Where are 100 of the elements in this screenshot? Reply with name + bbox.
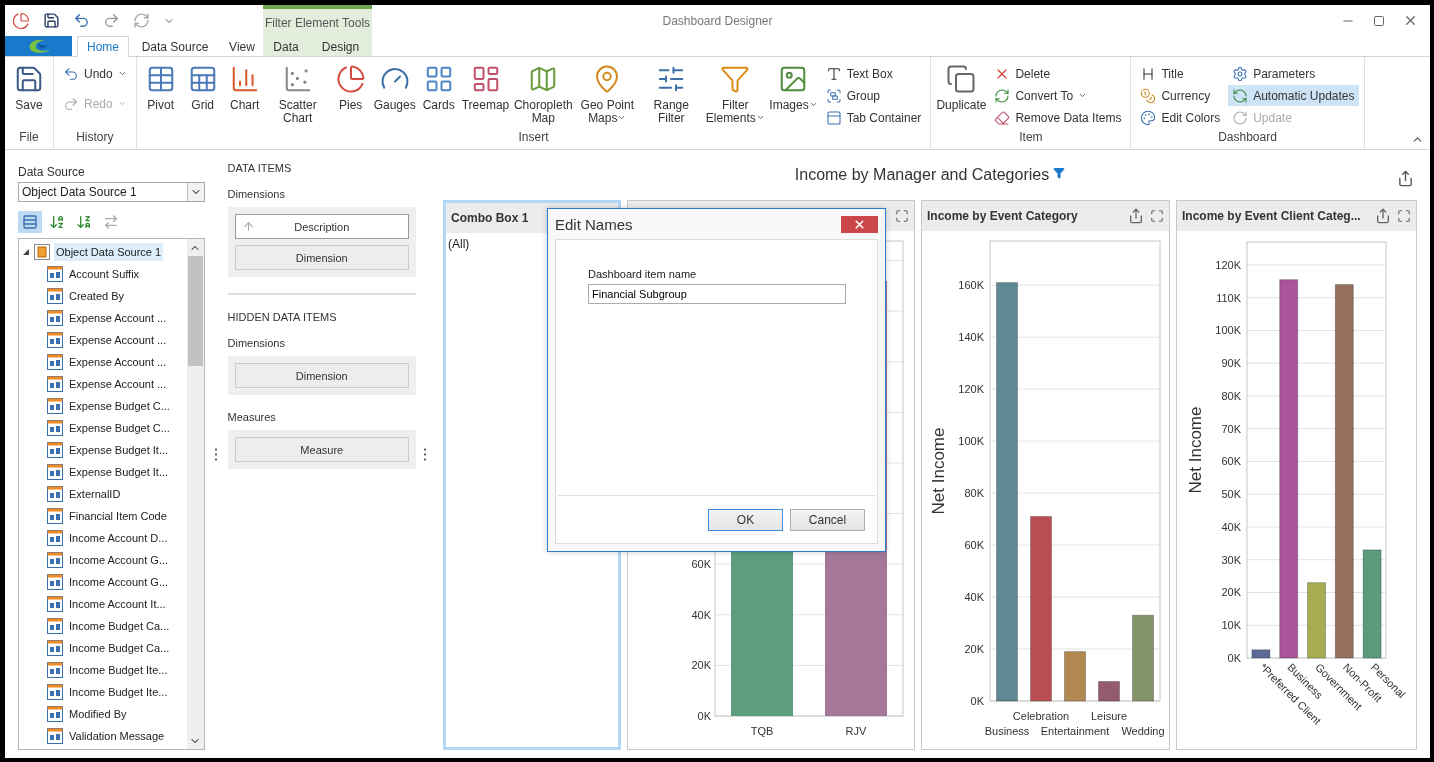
export-icon[interactable]	[1397, 170, 1414, 187]
export-icon[interactable]	[1128, 208, 1144, 224]
close-button[interactable]	[841, 215, 878, 233]
placeholder-slot[interactable]: Measure	[234, 437, 409, 462]
text-box-icon	[825, 65, 842, 82]
ribbon-button[interactable]: Images	[767, 61, 820, 115]
ribbon-tab[interactable]: Home	[77, 36, 129, 57]
axis-tick-label: 80K	[1221, 389, 1241, 402]
tree-item[interactable]: Created By	[67, 287, 127, 305]
tree-item[interactable]: Expense Account ...	[67, 375, 169, 393]
tree-item[interactable]: Validation Message	[67, 727, 167, 745]
tree-item[interactable]: Expense Budget It...	[67, 441, 171, 459]
ribbon-button[interactable]: Parameters	[1228, 63, 1359, 84]
ribbon-button[interactable]: Title	[1136, 63, 1225, 84]
refresh-icon[interactable]	[133, 12, 150, 29]
tree-item[interactable]: Account Suffix	[67, 265, 142, 283]
ribbon-button[interactable]: Filter Elements	[703, 61, 768, 128]
export-icon[interactable]	[1375, 208, 1391, 224]
tree-item[interactable]: Expense Account ...	[67, 309, 169, 327]
undo-icon[interactable]	[73, 12, 90, 29]
category-label: Entertainment	[1040, 725, 1110, 737]
ribbon-button[interactable]: Convert To	[990, 85, 1126, 106]
ribbon-tab[interactable]: Design	[309, 36, 372, 56]
maximize-icon[interactable]	[895, 209, 909, 223]
app-icon	[12, 11, 30, 30]
ribbon-button[interactable]: Save	[8, 61, 50, 115]
dialog-button[interactable]: OK	[708, 508, 783, 531]
collapse-arrow-icon[interactable]	[22, 248, 30, 256]
dialog-button[interactable]: Cancel	[790, 508, 865, 531]
ribbon-button[interactable]: Chart	[223, 61, 266, 115]
tree-item[interactable]: Income Budget Ca...	[67, 639, 172, 657]
ribbon-button[interactable]: Treemap	[459, 61, 512, 115]
tree-item[interactable]: Expense Budget It...	[67, 463, 171, 481]
tree-item[interactable]: Income Account It...	[67, 595, 168, 613]
dropdown-icon[interactable]	[186, 183, 204, 201]
ribbon-button[interactable]: Choropleth Map	[511, 61, 576, 128]
maximize-icon[interactable]	[1373, 14, 1385, 27]
tree-item[interactable]: Income Account G...	[67, 573, 171, 591]
ribbon-button[interactable]: Scatter Chart	[265, 61, 330, 128]
ribbon-button[interactable]: Text Box	[821, 63, 926, 84]
splitter-handle[interactable]	[424, 447, 426, 461]
ribbon-button[interactable]: Gauges	[371, 61, 418, 115]
ribbon-tab[interactable]: Data Source	[129, 36, 221, 56]
ribbon-button[interactable]: Duplicate	[934, 61, 989, 115]
combo-value[interactable]: (All)	[446, 233, 472, 255]
axis-tick-label: 110K	[1216, 291, 1241, 304]
ribbon-button[interactable]: Tab Container	[821, 107, 926, 128]
data-source-select[interactable]: Object Data Source 1	[18, 182, 205, 202]
ribbon-button[interactable]: Pivot	[139, 61, 182, 115]
ribbon-button[interactable]: Remove Data Items	[990, 107, 1126, 128]
collapse-icon[interactable]	[18, 211, 42, 233]
ribbon-button[interactable]: Cards	[417, 61, 460, 115]
redo-icon[interactable]	[103, 12, 120, 29]
maximize-icon[interactable]	[1397, 209, 1411, 223]
data-source-icon	[34, 244, 50, 260]
save-icon[interactable]	[43, 12, 60, 29]
maximize-icon[interactable]	[1150, 209, 1164, 223]
ribbon-button[interactable]: Currency	[1136, 85, 1225, 106]
tree-item[interactable]: Income Account D...	[67, 529, 170, 547]
ribbon-button[interactable]: Geo Point Maps	[575, 61, 640, 128]
filter-icon[interactable]	[1053, 167, 1066, 179]
name-input[interactable]: Financial Subgroup	[588, 284, 846, 304]
tree-item[interactable]: ExternalID	[67, 485, 123, 503]
palette-icon	[1140, 109, 1157, 126]
tree-item[interactable]: Income Budget Ite...	[67, 683, 170, 701]
placeholder-slot[interactable]: Dimension	[234, 245, 409, 270]
placeholder-slot[interactable]: Dimension	[234, 363, 409, 388]
ribbon-button[interactable]: Delete	[990, 63, 1126, 84]
tree-item[interactable]: Expense Budget C...	[67, 397, 172, 415]
scrollbar-thumb[interactable]	[187, 256, 203, 366]
category-label: TQB	[750, 725, 774, 737]
ribbon-button[interactable]: Pies	[329, 61, 372, 115]
app-menu-button[interactable]	[5, 36, 72, 56]
ribbon-button[interactable]: Group	[821, 85, 926, 106]
splitter-handle[interactable]	[214, 447, 217, 461]
tree-item[interactable]: Income Account G...	[67, 551, 171, 569]
pie-chart-icon	[335, 64, 366, 94]
ribbon-button[interactable]: Automatic Updates	[1228, 85, 1359, 106]
currency-icon	[1140, 87, 1157, 104]
item-title: Income by Event Client Categ...	[1182, 209, 1361, 223]
caret-icon	[755, 113, 765, 122]
tree-item[interactable]: Income Budget Ite...	[67, 661, 170, 679]
close-icon[interactable]	[1403, 13, 1418, 28]
caret-icon	[1078, 91, 1088, 100]
ribbon-button[interactable]: Range Filter	[639, 61, 704, 128]
data-item-button[interactable]: Description	[234, 214, 409, 239]
text-field-icon	[47, 596, 63, 612]
ribbon-button[interactable]: Grid	[181, 61, 224, 115]
ribbon-button[interactable]: Edit Colors	[1136, 107, 1225, 128]
ribbon-button[interactable]: Undo	[59, 63, 131, 84]
tree-item[interactable]: Object Data Source 1	[54, 243, 164, 261]
tree-item[interactable]: Expense Account ...	[67, 331, 169, 349]
tree-item[interactable]: Modified By	[67, 705, 129, 723]
ribbon-tab[interactable]: Data	[263, 36, 309, 56]
tree-item[interactable]: Expense Budget C...	[67, 419, 172, 437]
tree-item[interactable]: Expense Account ...	[67, 353, 169, 371]
tree-item[interactable]: Financial Item Code	[67, 507, 169, 525]
ribbon-tab[interactable]: View	[221, 36, 263, 56]
tree-item[interactable]: Income Budget Ca...	[67, 617, 172, 635]
axis-tick-label: 20K	[691, 659, 711, 672]
